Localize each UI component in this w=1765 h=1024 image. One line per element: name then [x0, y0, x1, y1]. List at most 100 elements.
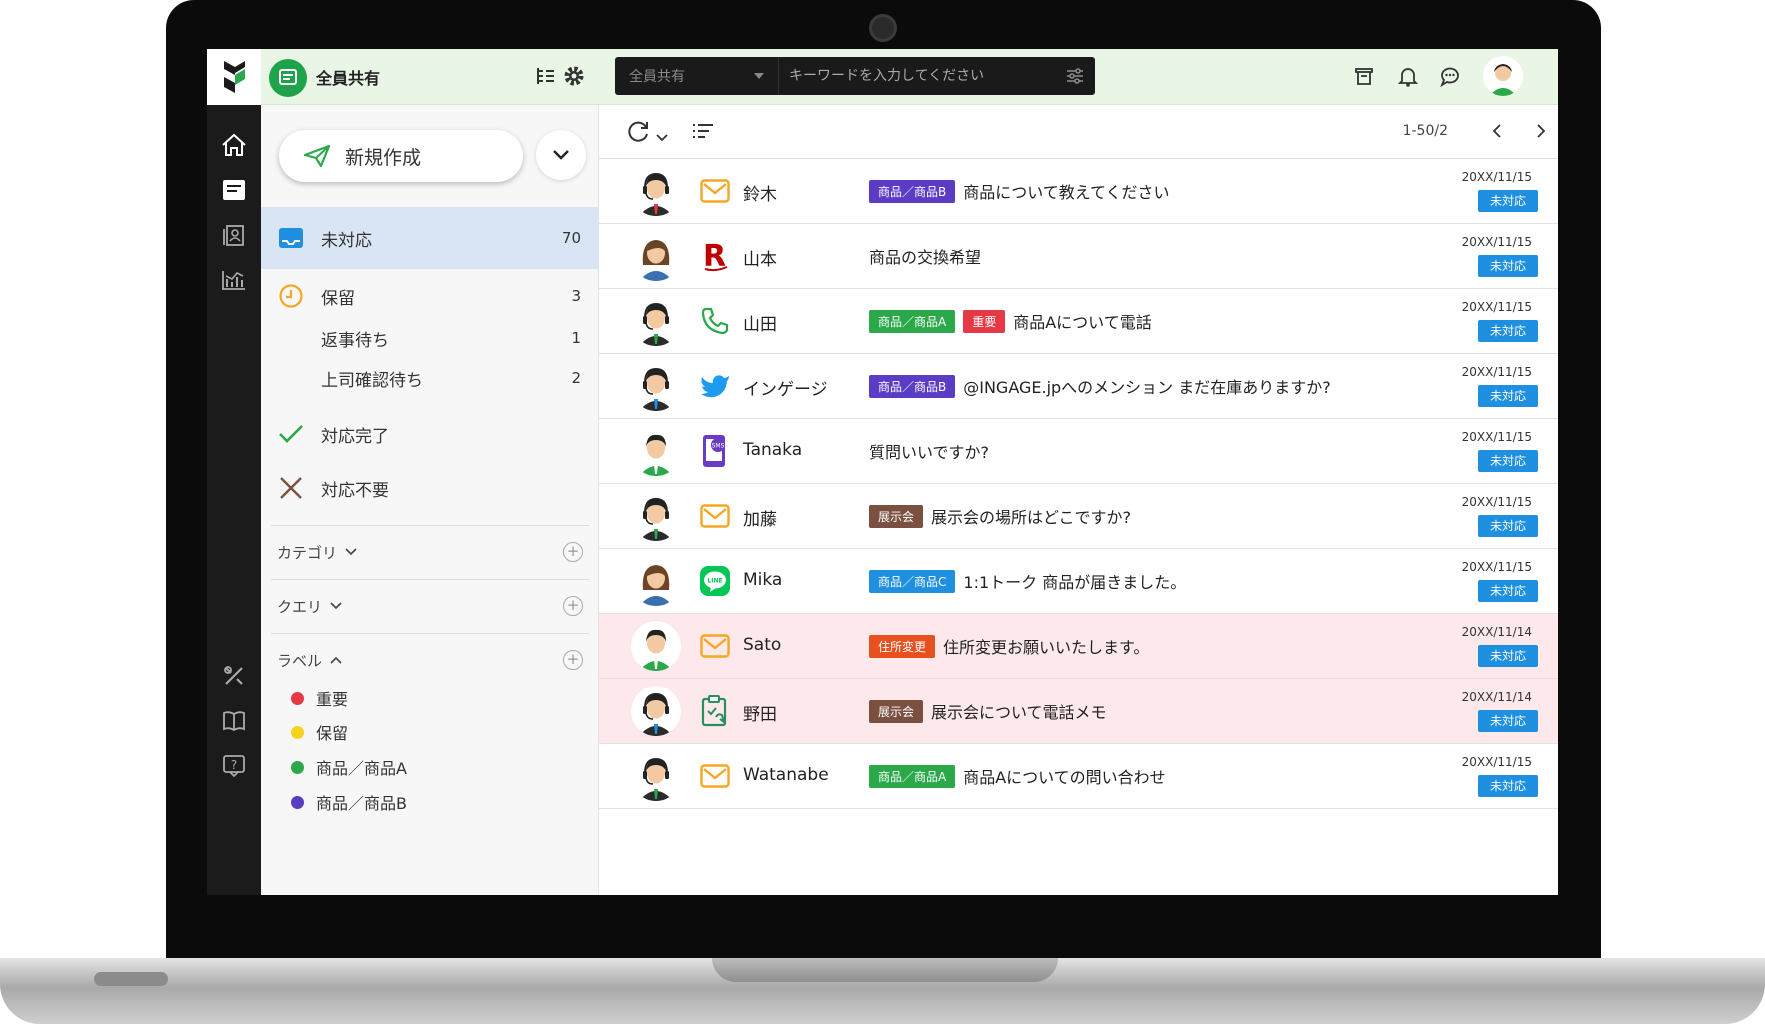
- sender-name: 山田: [743, 315, 777, 335]
- svg-text:?: ?: [231, 758, 237, 772]
- label-item[interactable]: 保留: [291, 718, 348, 746]
- status-badge[interactable]: 未対応: [1478, 385, 1538, 407]
- sender-avatar: [631, 751, 681, 801]
- rakuten-icon: R: [699, 240, 731, 272]
- message-row[interactable]: 鈴木 商品／商品B 商品について教えてください 20XX/11/15 未対応: [599, 159, 1558, 224]
- message-date: 20XX/11/15: [1461, 365, 1532, 379]
- status-badge[interactable]: 未対応: [1478, 645, 1538, 667]
- nav-item-hold[interactable]: 保留 3: [261, 273, 599, 319]
- status-badge[interactable]: 未対応: [1478, 450, 1538, 472]
- tag-badge[interactable]: 商品／商品C: [869, 569, 956, 593]
- icon-rail: ?: [207, 105, 261, 895]
- search-input[interactable]: [787, 57, 1047, 95]
- mail-icon: [699, 630, 731, 662]
- sms-icon: SMS: [699, 435, 731, 467]
- tag-badge[interactable]: 展示会: [869, 699, 924, 723]
- message-row[interactable]: R 山本 商品の交換希望 20XX/11/15 未対応: [599, 224, 1558, 289]
- chevron-up-icon: [330, 656, 342, 664]
- sender-name: 鈴木: [743, 185, 777, 205]
- message-subject: 1:1トーク 商品が届きました。: [963, 573, 1187, 592]
- tag-badge[interactable]: 商品／商品B: [869, 179, 956, 203]
- messages-icon[interactable]: [220, 176, 248, 204]
- message-row[interactable]: Sato 住所変更 住所変更お願いいたします。 20XX/11/14 未対応: [599, 614, 1558, 679]
- status-badge[interactable]: 未対応: [1478, 515, 1538, 537]
- tag-badge[interactable]: 重要: [963, 309, 1006, 333]
- tag-badge[interactable]: 商品／商品A: [869, 309, 956, 333]
- app-screen: 全員共有 全員共有 キーワードを入力してください ? 新規作成 未対応 70 保…: [207, 49, 1558, 895]
- sender-avatar: [631, 491, 681, 541]
- status-badge[interactable]: 未対応: [1478, 320, 1538, 342]
- message-subject-line: 商品の交換希望: [869, 244, 981, 268]
- new-message-label: 新規作成: [345, 146, 422, 169]
- label-item[interactable]: 商品／商品A: [291, 753, 407, 781]
- nav-item-not-needed[interactable]: 対応不要: [261, 465, 599, 511]
- label-item[interactable]: 重要: [291, 684, 348, 712]
- gear-icon[interactable]: [561, 63, 587, 89]
- book-icon[interactable]: [220, 707, 248, 735]
- message-row[interactable]: 野田 展示会 展示会について電話メモ 20XX/11/14 未対応: [599, 679, 1558, 744]
- mail-icon: [699, 500, 731, 532]
- help-icon[interactable]: ?: [220, 752, 248, 780]
- tag-badge[interactable]: 商品／商品A: [869, 764, 956, 788]
- add-label-icon[interactable]: +: [563, 650, 583, 670]
- status-badge[interactable]: 未対応: [1478, 710, 1538, 732]
- message-subject: 展示会の場所はどこですか?: [931, 508, 1132, 527]
- nav-item-done[interactable]: 対応完了: [261, 411, 599, 457]
- sender-avatar: [631, 296, 681, 346]
- tag-badge[interactable]: 住所変更: [869, 634, 936, 658]
- status-badge[interactable]: 未対応: [1478, 580, 1538, 602]
- user-avatar[interactable]: [1483, 56, 1523, 96]
- chevron-left-icon[interactable]: [1492, 123, 1502, 143]
- label-item[interactable]: 商品／商品B: [291, 788, 407, 816]
- svg-text:R: R: [703, 240, 726, 272]
- section-query[interactable]: クエリ +: [277, 591, 583, 621]
- analytics-icon[interactable]: [220, 265, 248, 293]
- chevron-down-icon: [330, 602, 342, 610]
- contacts-icon[interactable]: [220, 221, 248, 249]
- refresh-icon[interactable]: [625, 119, 651, 149]
- chevron-right-icon[interactable]: [1536, 123, 1546, 143]
- section-category[interactable]: カテゴリ +: [277, 537, 583, 567]
- tag-badge[interactable]: 展示会: [869, 504, 924, 528]
- message-subject-line: 商品／商品A 商品Aについての問い合わせ: [869, 764, 1166, 788]
- tag-badge[interactable]: 商品／商品B: [869, 374, 956, 398]
- tools-icon[interactable]: [220, 662, 248, 690]
- bell-icon[interactable]: [1395, 63, 1421, 89]
- chat-icon[interactable]: [1437, 63, 1463, 89]
- message-subject-line: 展示会 展示会について電話メモ: [869, 699, 1107, 723]
- message-row[interactable]: SMS Tanaka 質問いいですか? 20XX/11/15 未対応: [599, 419, 1558, 484]
- message-date: 20XX/11/15: [1461, 495, 1532, 509]
- message-row[interactable]: Watanabe 商品／商品A 商品Aについての問い合わせ 20XX/11/15 未対応: [599, 744, 1558, 809]
- nav-item-manager-check[interactable]: 上司確認待ち 2: [261, 355, 599, 401]
- nav-item-unhandled[interactable]: 未対応 70: [261, 207, 599, 269]
- chevron-down-icon[interactable]: [536, 130, 586, 180]
- status-badge[interactable]: 未対応: [1478, 255, 1538, 277]
- add-category-icon[interactable]: +: [563, 542, 583, 562]
- filter-sliders-icon[interactable]: [1065, 66, 1085, 90]
- chevron-down-icon[interactable]: [656, 127, 668, 146]
- new-message-button[interactable]: 新規作成: [279, 130, 523, 182]
- divider: [271, 525, 589, 526]
- add-query-icon[interactable]: +: [563, 596, 583, 616]
- trash-box-icon[interactable]: [1351, 63, 1377, 89]
- message-row[interactable]: LINE Mika 商品／商品C 1:1トーク 商品が届きました。 20XX/11/15…: [599, 549, 1558, 614]
- clock-icon: [277, 282, 305, 310]
- app-logo[interactable]: [207, 49, 261, 105]
- check-icon: [277, 420, 305, 448]
- message-row[interactable]: 山田 商品／商品A 重要 商品Aについて電話 20XX/11/15 未対応: [599, 289, 1558, 354]
- tree-icon[interactable]: [532, 63, 558, 89]
- sender-avatar: [631, 621, 681, 671]
- message-list-pane: 1-50/2 鈴木 商品／商品B 商品について教えてください 20XX/11/15 未対…: [599, 105, 1558, 895]
- inbox-icon[interactable]: [269, 59, 307, 97]
- inbox-title[interactable]: 全員共有: [316, 65, 380, 89]
- search-scope-select[interactable]: 全員共有: [615, 57, 779, 95]
- message-row[interactable]: インゲージ 商品／商品B @INGAGE.jpへのメンション まだ在庫ありますか? 2…: [599, 354, 1558, 419]
- status-badge[interactable]: 未対応: [1478, 775, 1538, 797]
- sort-icon[interactable]: [692, 122, 714, 146]
- message-row[interactable]: 加藤 展示会 展示会の場所はどこですか? 20XX/11/15 未対応: [599, 484, 1558, 549]
- mail-icon: [699, 760, 731, 792]
- home-icon[interactable]: [220, 131, 248, 159]
- status-badge[interactable]: 未対応: [1478, 190, 1538, 212]
- section-label[interactable]: ラベル +: [277, 645, 583, 675]
- message-subject-line: 商品／商品B @INGAGE.jpへのメンション まだ在庫ありますか?: [869, 374, 1331, 398]
